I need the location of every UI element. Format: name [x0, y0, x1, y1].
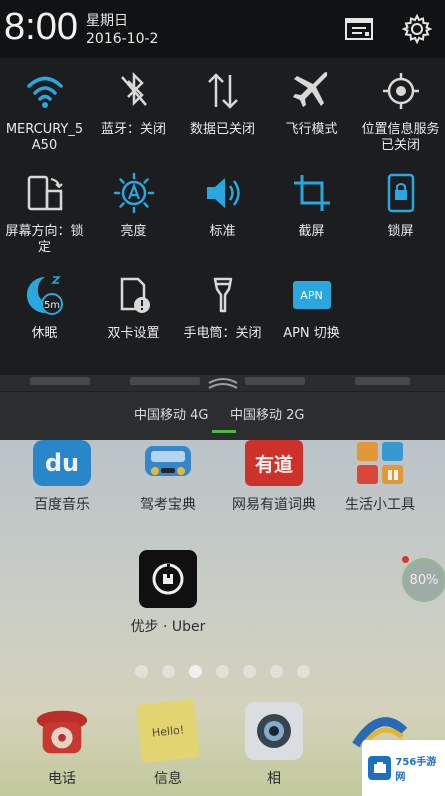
gear-icon — [402, 14, 432, 44]
app-label: 驾考宝典 — [140, 497, 196, 513]
tile-lock-screen[interactable]: 锁屏 — [356, 170, 445, 240]
page-indicator-bar — [212, 430, 236, 433]
page-dot[interactable] — [162, 665, 175, 678]
tile-bluetooth[interactable]: 蓝牙：关闭 — [89, 68, 178, 138]
app-label: 相 — [267, 771, 281, 787]
youdao-icon: 有道 — [245, 440, 303, 486]
tile-label: 飞行模式 — [285, 122, 338, 137]
tile-label: 锁屏 — [387, 224, 414, 239]
page-indicator[interactable] — [0, 665, 445, 678]
watermark-text: 756手游网 — [395, 757, 437, 783]
brightness-auto-icon — [113, 172, 154, 214]
notification-settings-button[interactable] — [342, 12, 376, 46]
tile-flashlight[interactable]: 手电筒：关闭 — [178, 272, 267, 342]
sleep-badge-text: 5m — [43, 300, 59, 311]
tile-screen-rotation[interactable]: 屏幕方向：锁定 — [0, 170, 89, 256]
tile-volume[interactable]: 标准 — [178, 170, 267, 240]
tile-apn[interactable]: APN APN 切换 — [267, 272, 356, 342]
app-label: 生活小工具 — [345, 497, 415, 513]
watermark-logo: 756手游网 — [362, 740, 445, 796]
app-youdao[interactable]: 有道 网易有道词典 — [224, 440, 324, 514]
drag-handle-icon[interactable] — [206, 375, 240, 393]
notification-shade[interactable]: 8:00 星期日 2016-10-2 MERCURY_5A50 蓝牙：关闭 数据… — [0, 0, 445, 440]
home-screen: du 百度音乐 驾考宝典 有道 网易有道词典 生活小工具 优步 · Uber 8… — [0, 440, 445, 796]
bluetooth-icon — [120, 71, 147, 107]
carrier-bar: 中国移动 4G 中国移动 2G — [0, 392, 445, 440]
app-label: 信息 — [154, 771, 182, 787]
app-driving-test[interactable]: 驾考宝典 — [118, 440, 218, 514]
memory-cleaner-widget[interactable]: 80% — [402, 558, 445, 602]
tile-screenshot[interactable]: 截屏 — [267, 170, 356, 240]
tile-mobile-data[interactable]: 数据已关闭 — [178, 68, 267, 138]
wifi-icon — [26, 76, 63, 108]
tile-airplane[interactable]: 飞行模式 — [267, 68, 356, 138]
app-label: 优步 · Uber — [130, 619, 206, 635]
weekday: 星期日 — [86, 13, 128, 29]
page-dot[interactable] — [216, 665, 229, 678]
tile-label: 双卡设置 — [107, 326, 160, 341]
tile-location[interactable]: 位置信息服务已关闭 — [356, 68, 445, 154]
sleep-moon-icon: 5m — [26, 276, 63, 315]
tile-label: 位置信息服务已关闭 — [361, 122, 440, 153]
tile-wifi[interactable]: MERCURY_5A50 — [0, 68, 89, 154]
page-dot[interactable] — [243, 665, 256, 678]
phone-icon — [33, 702, 91, 760]
flashlight-icon — [213, 277, 232, 313]
baidu-music-icon: du — [33, 440, 91, 486]
lock-screen-icon — [387, 173, 414, 213]
dual-sim-icon — [120, 277, 150, 313]
clock: 8:00 — [4, 6, 78, 48]
tile-label: 截屏 — [298, 224, 325, 239]
tile-label: APN 切换 — [283, 326, 340, 341]
dock-camera[interactable]: 相 — [224, 702, 324, 788]
dock-phone[interactable]: 电话 — [12, 702, 112, 788]
watermark-box-icon — [368, 756, 392, 780]
airplane-icon — [292, 72, 328, 107]
page-dot[interactable] — [297, 665, 310, 678]
app-life-tools[interactable]: 生活小工具 — [330, 440, 430, 514]
tile-sleep[interactable]: 5m 休眠 — [0, 272, 89, 342]
tile-label: 标准 — [209, 224, 236, 239]
mobile-data-icon — [207, 73, 238, 109]
app-label: 电话 — [48, 771, 76, 787]
tile-label: 蓝牙：关闭 — [100, 122, 166, 137]
carrier-sim2[interactable]: 中国移动 2G — [230, 404, 304, 423]
tile-label: 亮度 — [120, 224, 147, 239]
page-dot-active[interactable] — [189, 665, 202, 678]
app-label: 网易有道词典 — [232, 497, 316, 513]
car-icon — [139, 440, 197, 486]
app-uber[interactable]: 优步 · Uber — [118, 550, 218, 636]
notification-settings-icon — [345, 18, 373, 40]
camera-icon — [245, 702, 303, 760]
carrier-sim1[interactable]: 中国移动 4G — [134, 404, 208, 423]
uber-icon — [139, 550, 197, 608]
date[interactable]: 2016-10-2 — [86, 31, 158, 47]
screen-rotation-icon — [27, 175, 63, 211]
quick-settings-grid: MERCURY_5A50 蓝牙：关闭 数据已关闭 飞行模式 位置信息服务已关闭 … — [0, 58, 445, 378]
volume-icon — [206, 178, 240, 208]
screenshot-crop-icon — [293, 175, 330, 211]
tile-label: 屏幕方向：锁定 — [5, 224, 84, 255]
page-dot[interactable] — [270, 665, 283, 678]
settings-button[interactable] — [400, 12, 434, 46]
tile-label: 休眠 — [31, 326, 58, 341]
tile-label: 手电筒：关闭 — [183, 326, 262, 341]
app-label: 百度音乐 — [34, 497, 90, 513]
page-dot[interactable] — [135, 665, 148, 678]
app-baidu-music[interactable]: du 百度音乐 — [12, 440, 112, 514]
location-icon — [382, 73, 419, 109]
tools-icon — [351, 440, 409, 486]
tile-dual-sim[interactable]: 双卡设置 — [89, 272, 178, 342]
apn-icon: APN — [292, 281, 331, 309]
tile-brightness[interactable]: 亮度 — [89, 170, 178, 240]
tile-label: MERCURY_5A50 — [5, 122, 84, 153]
message-icon: Hello! — [136, 699, 200, 763]
dock-message[interactable]: Hello! 信息 — [118, 699, 218, 788]
tile-label: 数据已关闭 — [189, 122, 255, 137]
status-header: 8:00 星期日 2016-10-2 — [0, 0, 445, 58]
notification-dot — [402, 556, 409, 563]
